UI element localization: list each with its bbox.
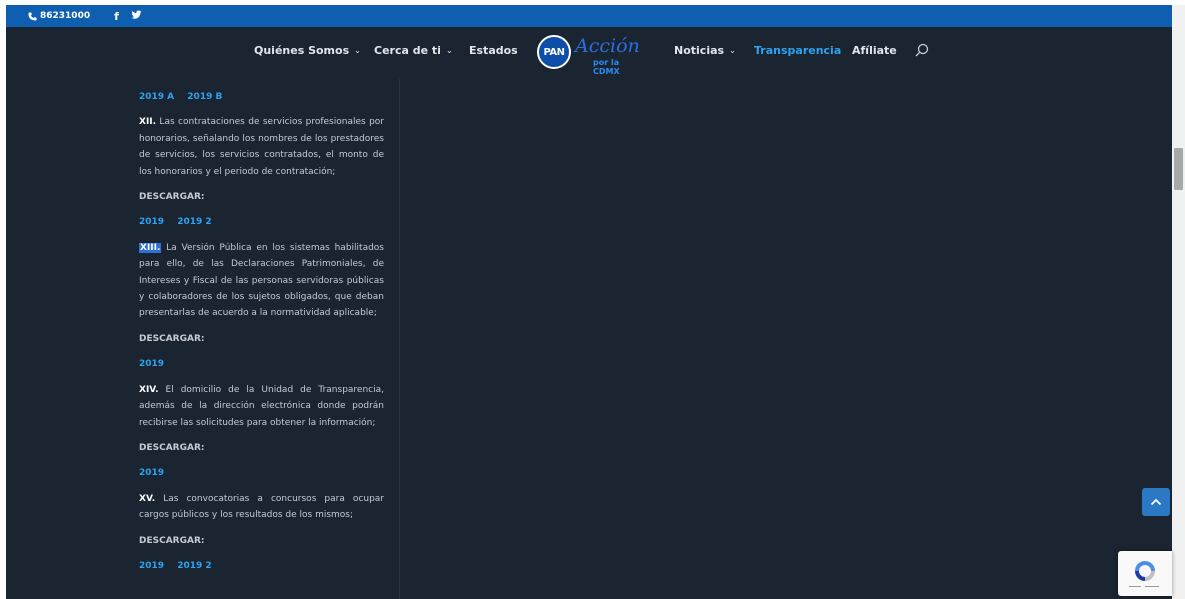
nav-label: Quiénes Somos [254, 44, 350, 57]
page-scrollbar[interactable] [1172, 5, 1185, 599]
article-number: XII. [139, 117, 157, 128]
facebook-icon[interactable]: f [114, 10, 119, 23]
page-viewport: 86231000 f Quiénes Somos ⌄ Cerca de ti ⌄… [6, 5, 1172, 599]
download-link[interactable]: 2019 [139, 359, 164, 369]
chevron-up-icon [1150, 498, 1162, 506]
download-link[interactable]: 2019 B [187, 92, 222, 102]
logo-subtitle: por la CDMX [593, 58, 620, 76]
article-number-highlighted: XIII. [139, 242, 162, 253]
nav-cerca-de-ti[interactable]: Cerca de ti ⌄ [374, 44, 453, 57]
descargar-label: DESCARGAR: [139, 333, 205, 344]
nav-estados[interactable]: Estados [469, 44, 518, 57]
descargar-label: DESCARGAR: [139, 192, 205, 203]
nav-afiliate[interactable]: Afíliate [852, 44, 897, 57]
article-text: Las convocatorias a concursos para ocupa… [139, 493, 384, 521]
download-link[interactable]: 2019 [139, 217, 164, 227]
article-number: XV. [139, 493, 156, 504]
download-links: 2019 [139, 465, 384, 481]
transparency-content: 2019 A 2019 B XII. Las contrataciones de… [139, 89, 384, 583]
download-links: 2019 [139, 356, 384, 372]
article-xii: XII. Las contrataciones de servicios pro… [139, 114, 384, 180]
download-link[interactable]: 2019 2 [177, 217, 211, 227]
article-xiv: XIV. El domicilio de la Unidad de Transp… [139, 382, 384, 431]
twitter-icon[interactable] [131, 10, 142, 20]
search-icon[interactable] [915, 43, 929, 57]
article-text: La Versión Pública en los sistemas habil… [139, 242, 384, 319]
download-links: 2019 2019 2 [139, 558, 384, 574]
download-link[interactable]: 2019 2 [177, 561, 211, 571]
phone-link[interactable]: 86231000 [28, 11, 90, 21]
descargar-label: DESCARGAR: [139, 535, 205, 546]
top-bar: 86231000 f [6, 5, 1172, 27]
recaptcha-badge[interactable] [1118, 551, 1172, 596]
recaptcha-links-line [1129, 586, 1159, 587]
logo-script: Acción [575, 35, 640, 57]
pan-logo[interactable]: PAN Acción por la CDMX [537, 35, 645, 76]
nav-label: Noticias [674, 44, 725, 57]
nav-transparencia[interactable]: Transparencia [754, 44, 841, 57]
descargar-label: DESCARGAR: [139, 442, 205, 453]
nav-label: Transparencia [754, 44, 842, 57]
article-xv: XV. Las convocatorias a concursos para o… [139, 491, 384, 524]
social-links: f [114, 10, 142, 23]
article-text: El domicilio de la Unidad de Transparenc… [139, 384, 384, 428]
download-link[interactable]: 2019 A [139, 92, 174, 102]
chevron-down-icon: ⌄ [729, 46, 736, 55]
nav-label: Afíliate [852, 44, 897, 57]
scrollbar-thumb[interactable] [1174, 148, 1183, 190]
pan-badge: PAN [537, 35, 571, 69]
chevron-down-icon: ⌄ [445, 46, 453, 55]
nav-noticias[interactable]: Noticias ⌄ [674, 44, 736, 57]
nav-label: Estados [469, 44, 518, 57]
nav-quienes-somos[interactable]: Quiénes Somos ⌄ [254, 44, 361, 57]
article-number: XIV. [139, 384, 159, 395]
download-link[interactable]: 2019 [139, 468, 164, 478]
back-to-top-button[interactable] [1142, 488, 1170, 516]
main-nav: Quiénes Somos ⌄ Cerca de ti ⌄ Estados PA… [6, 27, 1172, 79]
download-link[interactable]: 2019 [139, 561, 164, 571]
logo-wordmark: Acción por la CDMX [575, 35, 645, 76]
phone-number: 86231000 [40, 11, 91, 21]
download-links: 2019 2019 2 [139, 214, 384, 230]
phone-icon [28, 11, 37, 21]
chevron-down-icon: ⌄ [354, 46, 361, 55]
recaptcha-icon [1135, 561, 1155, 581]
download-links: 2019 A 2019 B [139, 89, 384, 105]
article-text: Las contrataciones de servicios profesio… [139, 117, 384, 177]
nav-label: Cerca de ti [374, 44, 441, 57]
article-xiii: XIII. La Versión Pública en los sistemas… [139, 240, 384, 322]
